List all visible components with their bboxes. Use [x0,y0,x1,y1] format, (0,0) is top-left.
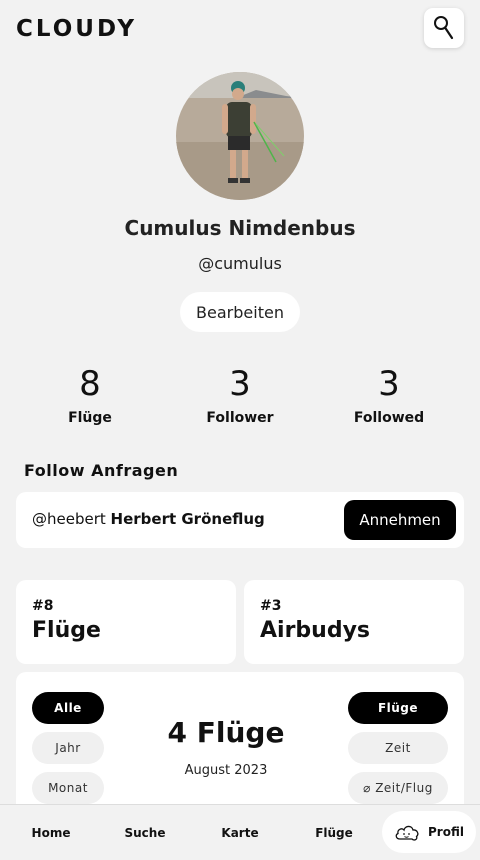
stat-label: Follower [206,410,274,426]
follow-request-card: @heebert Herbert Gröneflug Annehmen [16,492,464,548]
filter-period-monat[interactable]: Monat [32,772,104,804]
stat-value: 8 [79,364,101,404]
nav-home[interactable]: Home [10,805,92,860]
filter-metric-fluege[interactable]: Flüge [348,692,448,724]
stat-value: 3 [229,364,251,404]
filter-metric-zeit[interactable]: Zeit [348,732,448,764]
stat-fluege[interactable]: 8 Flüge [20,362,160,426]
search-icon [434,16,454,40]
cloud-icon [395,825,419,841]
flights-headline: 4 Flüge [167,716,285,749]
flight-stats-card: Alle Jahr Monat 4 Flüge August 2023 Flüg… [16,672,464,822]
summary-rank: #8 [32,598,54,614]
filter-metric-avg-zeit[interactable]: ⌀ Zeit/Flug [348,772,448,804]
flights-subline: August 2023 [184,763,268,778]
stat-value: 3 [378,364,400,404]
nav-suche[interactable]: Suche [104,805,186,860]
follow-requests-title: Follow Anfragen [24,461,179,480]
summary-card-airbudys[interactable]: #3 Airbudys [244,580,464,664]
follow-request-text: @heebert Herbert Gröneflug [32,510,265,528]
nav-karte[interactable]: Karte [199,805,281,860]
app-logo: CLOUDY [16,16,138,42]
stat-follower[interactable]: 3 Follower [170,362,310,426]
edit-profile-button[interactable]: Bearbeiten [180,292,300,332]
profile-handle: @cumulus [198,254,282,273]
summary-rank: #3 [260,598,282,614]
search-button[interactable] [424,8,464,48]
stat-followed[interactable]: 3 Followed [319,362,459,426]
request-handle: @heebert [32,510,106,528]
top-bar: CLOUDY [0,0,480,60]
avatar-photo [176,72,304,200]
summary-title: Flüge [32,618,101,643]
summary-title: Airbudys [260,618,371,643]
stat-label: Followed [353,410,425,426]
filter-period-jahr[interactable]: Jahr [32,732,104,764]
filter-period-alle[interactable]: Alle [32,692,104,724]
accept-request-button[interactable]: Annehmen [344,500,456,540]
stat-label: Flüge [68,410,112,426]
request-name: Herbert Gröneflug [110,510,265,528]
avatar [176,72,304,200]
nav-profil-label: Profil [428,825,464,839]
nav-profil[interactable]: Profil [382,811,476,853]
nav-fluege[interactable]: Flüge [293,805,375,860]
profile-name: Cumulus Nimdenbus [124,216,356,240]
summary-card-fluege[interactable]: #8 Flüge [16,580,236,664]
bottom-nav: Home Suche Karte Flüge Profil [0,804,480,860]
